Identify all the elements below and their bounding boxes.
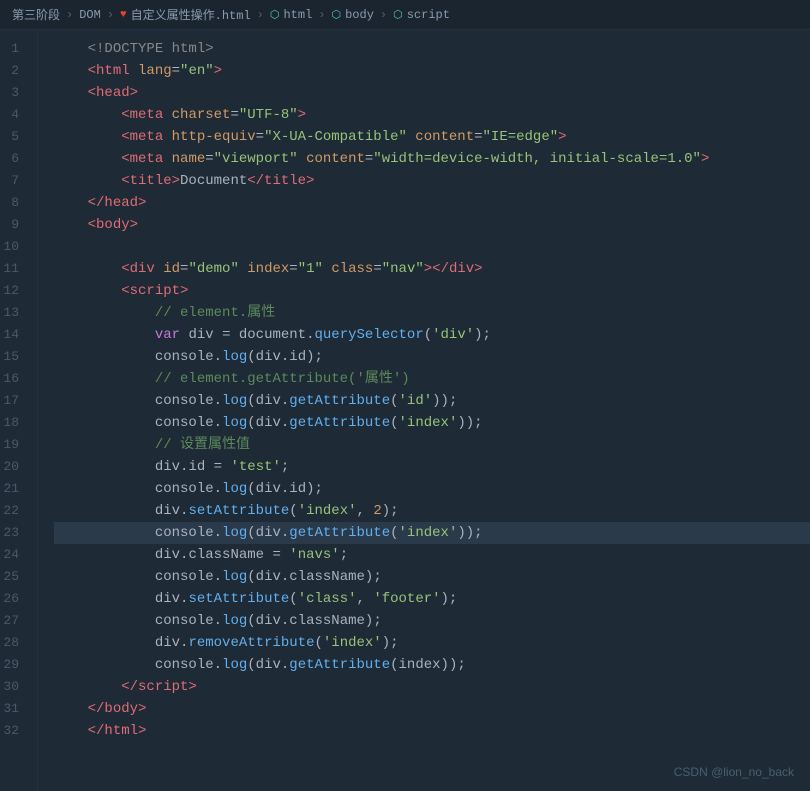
code-line <box>54 236 810 258</box>
code-line: <head> <box>54 82 810 104</box>
breadcrumb-sep: › <box>66 8 73 22</box>
code-line: div.removeAttribute('index'); <box>54 632 810 654</box>
breadcrumb-item: html <box>283 8 312 22</box>
code-line: </body> <box>54 698 810 720</box>
breadcrumb-sep: › <box>107 8 114 22</box>
code-line: </html> <box>54 720 810 742</box>
line-numbers: 12345 678910 1112131415 1617181920 21222… <box>0 30 38 791</box>
code-line: var div = document.querySelector('div'); <box>54 324 810 346</box>
code-line: // element.getAttribute('属性') <box>54 368 810 390</box>
breadcrumb-item: DOM <box>79 8 101 22</box>
tag-icon: ⬡ <box>331 8 341 22</box>
code-line: <div id="demo" index="1" class="nav"></d… <box>54 258 810 280</box>
code-line: <html lang="en"> <box>54 60 810 82</box>
breadcrumb-item: 第三阶段 <box>12 6 60 23</box>
code-line: <meta http-equiv="X-UA-Compatible" conte… <box>54 126 810 148</box>
code-line: console.log(div.getAttribute(index)); <box>54 654 810 676</box>
code-line: <script> <box>54 280 810 302</box>
breadcrumb-item: script <box>407 8 450 22</box>
breadcrumb: 第三阶段 › DOM › ♥ 自定义属性操作.html › ⬡ html › ⬡… <box>0 0 810 30</box>
code-line-active: console.log(div.getAttribute('index')); <box>54 522 810 544</box>
code-line: console.log(div.getAttribute('index')); <box>54 412 810 434</box>
code-line: // 设置属性值 <box>54 434 810 456</box>
code-line: div.id = 'test'; <box>54 456 810 478</box>
code-line: console.log(div.getAttribute('id')); <box>54 390 810 412</box>
code-line: <title>Document</title> <box>54 170 810 192</box>
code-line: <body> <box>54 214 810 236</box>
code-content: <!DOCTYPE html> <html lang="en"> <head> … <box>38 30 810 791</box>
code-line: div.setAttribute('class', 'footer'); <box>54 588 810 610</box>
watermark: CSDN @lion_no_back <box>674 765 794 779</box>
code-line: console.log(div.id); <box>54 346 810 368</box>
code-line: console.log(div.className); <box>54 610 810 632</box>
code-line: console.log(div.id); <box>54 478 810 500</box>
code-line: <!DOCTYPE html> <box>54 38 810 60</box>
code-area: 12345 678910 1112131415 1617181920 21222… <box>0 30 810 791</box>
code-line: <meta name="viewport" content="width=dev… <box>54 148 810 170</box>
code-line: console.log(div.className); <box>54 566 810 588</box>
breadcrumb-sep: › <box>380 8 387 22</box>
code-line: div.className = 'navs'; <box>54 544 810 566</box>
tag-icon: ⬡ <box>270 8 280 22</box>
breadcrumb-sep: › <box>257 8 264 22</box>
code-line: <meta charset="UTF-8"> <box>54 104 810 126</box>
code-line: // element.属性 <box>54 302 810 324</box>
code-line: </script> <box>54 676 810 698</box>
tag-icon: ⬡ <box>393 8 403 22</box>
breadcrumb-sep: › <box>318 8 325 22</box>
code-line: div.setAttribute('index', 2); <box>54 500 810 522</box>
breadcrumb-item: 自定义属性操作.html <box>131 6 251 23</box>
code-line: </head> <box>54 192 810 214</box>
breadcrumb-item: body <box>345 8 374 22</box>
html-icon: ♥ <box>120 9 127 21</box>
